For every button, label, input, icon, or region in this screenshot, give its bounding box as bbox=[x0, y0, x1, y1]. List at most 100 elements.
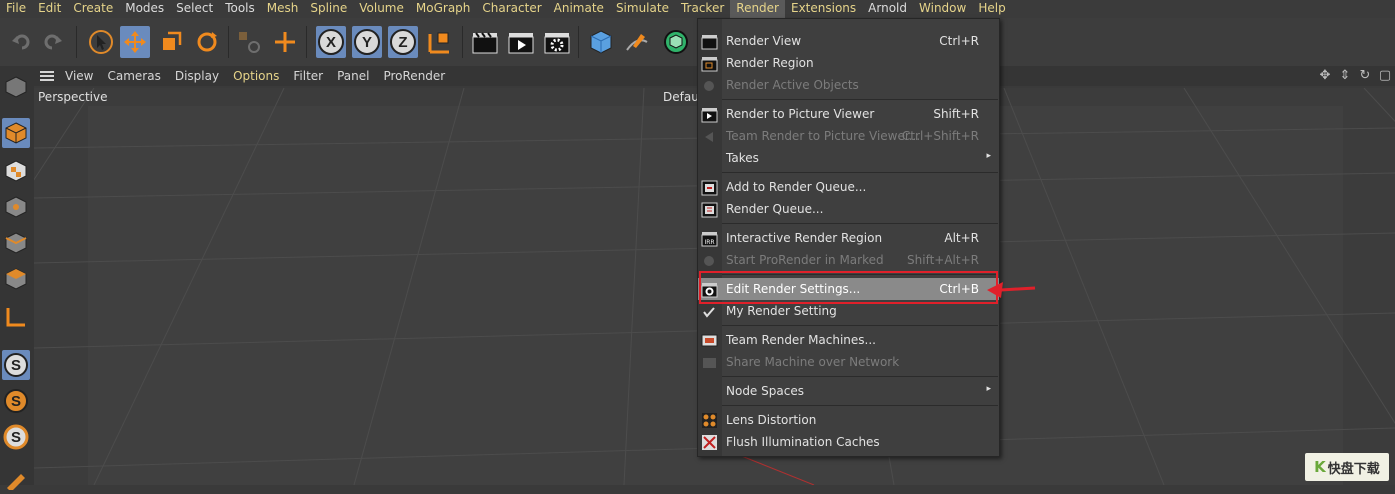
menu-item-interactive-render-region[interactable]: IRR Interactive Render Region Alt+R bbox=[698, 227, 999, 249]
menu-item-node-spaces[interactable]: Node Spaces ▸ bbox=[698, 380, 999, 402]
menu-item-takes[interactable]: Takes ▸ bbox=[698, 147, 999, 169]
menu-item-team-render-machines[interactable]: Team Render Machines... bbox=[698, 329, 999, 351]
render-active-icon bbox=[704, 81, 714, 91]
menu-help[interactable]: Help bbox=[972, 0, 1011, 18]
viewport-menu-prorender[interactable]: ProRender bbox=[376, 69, 452, 83]
render-to-picture-viewer-button[interactable] bbox=[506, 26, 536, 58]
rotate-tool-button[interactable] bbox=[192, 26, 222, 58]
move-pivot-button[interactable] bbox=[270, 26, 300, 58]
menu-separator bbox=[722, 376, 998, 377]
menu-arnold[interactable]: Arnold bbox=[862, 0, 913, 18]
menu-item-render-to-picture-viewer[interactable]: Render to Picture Viewer Shift+R bbox=[698, 103, 999, 125]
dolly-icon[interactable]: ⇕ bbox=[1337, 68, 1353, 84]
move-tool-button[interactable] bbox=[120, 26, 150, 58]
coordinate-system-button[interactable] bbox=[424, 26, 454, 58]
menu-window[interactable]: Window bbox=[913, 0, 972, 18]
viewport-menu-panel[interactable]: Panel bbox=[330, 69, 376, 83]
render-view-button[interactable] bbox=[470, 26, 500, 58]
menu-item-share-machine-over-network[interactable]: Share Machine over Network bbox=[698, 351, 999, 373]
redo-button[interactable] bbox=[38, 26, 68, 58]
menu-item-lens-distortion[interactable]: Lens Distortion bbox=[698, 409, 999, 431]
recent-tools-button[interactable] bbox=[234, 26, 264, 58]
menu-simulate[interactable]: Simulate bbox=[610, 0, 675, 18]
y-axis-lock-button[interactable]: Y bbox=[352, 26, 382, 58]
cube-object-button[interactable] bbox=[586, 26, 616, 58]
snap-orange-icon: S bbox=[4, 389, 28, 413]
menu-item-add-to-render-queue[interactable]: Add to Render Queue... bbox=[698, 176, 999, 198]
viewport-nav-icons: ✥ ⇕ ↻ ▢ bbox=[1317, 68, 1393, 84]
menu-item-label: Team Render to Picture Viewer... bbox=[726, 129, 921, 143]
workplane-snap-button[interactable]: S bbox=[2, 422, 30, 452]
menu-separator bbox=[722, 223, 998, 224]
points-mode-button[interactable] bbox=[2, 192, 30, 222]
viewport-menu-display[interactable]: Display bbox=[168, 69, 226, 83]
menu-mograph[interactable]: MoGraph bbox=[410, 0, 477, 18]
pan-icon[interactable]: ✥ bbox=[1317, 68, 1333, 84]
move-arrows-icon bbox=[124, 31, 146, 53]
brush-tool-button[interactable] bbox=[2, 464, 30, 494]
menu-item-label: Node Spaces bbox=[726, 384, 804, 398]
annotation-arrow-icon bbox=[987, 282, 1036, 298]
model-mode-button[interactable] bbox=[2, 118, 30, 148]
snap-settings-button[interactable]: S bbox=[2, 386, 30, 416]
watermark-text: 快盘下载 bbox=[1327, 461, 1380, 477]
edges-mode-button[interactable] bbox=[2, 228, 30, 258]
menu-mesh[interactable]: Mesh bbox=[261, 0, 305, 18]
menu-item-team-render-to-picture-viewer[interactable]: Team Render to Picture Viewer... Ctrl+Sh… bbox=[698, 125, 999, 147]
viewport-menu-view[interactable]: View bbox=[58, 69, 100, 83]
viewport-menu-filter[interactable]: Filter bbox=[286, 69, 330, 83]
watermark-k-icon: K bbox=[1314, 458, 1326, 476]
menu-select[interactable]: Select bbox=[170, 0, 219, 18]
menu-item-render-queue[interactable]: Render Queue... bbox=[698, 198, 999, 220]
menu-edit[interactable]: Edit bbox=[32, 0, 67, 18]
snap-ring-icon: S bbox=[3, 424, 29, 450]
scale-tool-button[interactable] bbox=[156, 26, 186, 58]
left-mode-palette: S S S bbox=[0, 66, 34, 490]
menu-item-render-region[interactable]: Render Region bbox=[698, 52, 999, 74]
axis-mode-button[interactable] bbox=[2, 302, 30, 332]
menu-item-start-prorender-in-marked[interactable]: Start ProRender in Marked Shift+Alt+R bbox=[698, 249, 999, 271]
queue-add-icon bbox=[701, 180, 718, 196]
menu-item-label: Interactive Render Region bbox=[726, 231, 883, 245]
menu-create[interactable]: Create bbox=[67, 0, 119, 18]
menu-tracker[interactable]: Tracker bbox=[675, 0, 730, 18]
live-selection-button[interactable] bbox=[86, 26, 116, 58]
menu-modes[interactable]: Modes bbox=[119, 0, 170, 18]
edit-render-settings-button[interactable] bbox=[542, 26, 572, 58]
make-editable-button[interactable] bbox=[2, 72, 30, 102]
menu-render[interactable]: Render bbox=[730, 0, 785, 18]
render-settings-icon bbox=[544, 33, 570, 54]
menu-item-label: Render Queue... bbox=[726, 202, 824, 216]
scale-icon bbox=[163, 31, 182, 50]
hamburger-icon[interactable] bbox=[40, 71, 54, 81]
snap-toggle-button[interactable]: S bbox=[2, 350, 30, 380]
y-axis-label: Y bbox=[362, 34, 372, 51]
maximize-icon[interactable]: ▢ bbox=[1377, 68, 1393, 84]
menu-separator bbox=[722, 99, 998, 100]
subdivision-surface-button[interactable] bbox=[658, 26, 694, 58]
menu-item-label: My Render Setting bbox=[726, 304, 837, 318]
x-axis-lock-button[interactable]: X bbox=[316, 26, 346, 58]
viewport-menu-options[interactable]: Options bbox=[226, 69, 286, 83]
pen-spline-button[interactable] bbox=[622, 26, 652, 58]
texture-mode-button[interactable] bbox=[2, 156, 30, 186]
menu-animate[interactable]: Animate bbox=[548, 0, 610, 18]
menu-extensions[interactable]: Extensions bbox=[785, 0, 862, 18]
polygons-mode-button[interactable] bbox=[2, 264, 30, 294]
menu-item-render-view[interactable]: Render View Ctrl+R bbox=[698, 30, 999, 52]
undo-button[interactable] bbox=[6, 26, 36, 58]
selection-cursor-icon bbox=[89, 30, 113, 54]
menu-tools[interactable]: Tools bbox=[219, 0, 261, 18]
viewport-menu-cameras[interactable]: Cameras bbox=[100, 69, 167, 83]
points-cube-icon bbox=[5, 196, 27, 218]
watermark-logo: K 快盘下载 bbox=[1305, 453, 1389, 481]
orbit-icon[interactable]: ↻ bbox=[1357, 68, 1373, 84]
menu-character[interactable]: Character bbox=[476, 0, 547, 18]
z-axis-lock-button[interactable]: Z bbox=[388, 26, 418, 58]
menu-volume[interactable]: Volume bbox=[353, 0, 410, 18]
y-axis-icon: Y bbox=[354, 29, 380, 55]
menu-spline[interactable]: Spline bbox=[304, 0, 353, 18]
menu-item-render-active-objects[interactable]: Render Active Objects bbox=[698, 74, 999, 96]
menu-item-flush-illumination-caches[interactable]: Flush Illumination Caches bbox=[698, 431, 999, 453]
menu-file[interactable]: File bbox=[0, 0, 32, 18]
